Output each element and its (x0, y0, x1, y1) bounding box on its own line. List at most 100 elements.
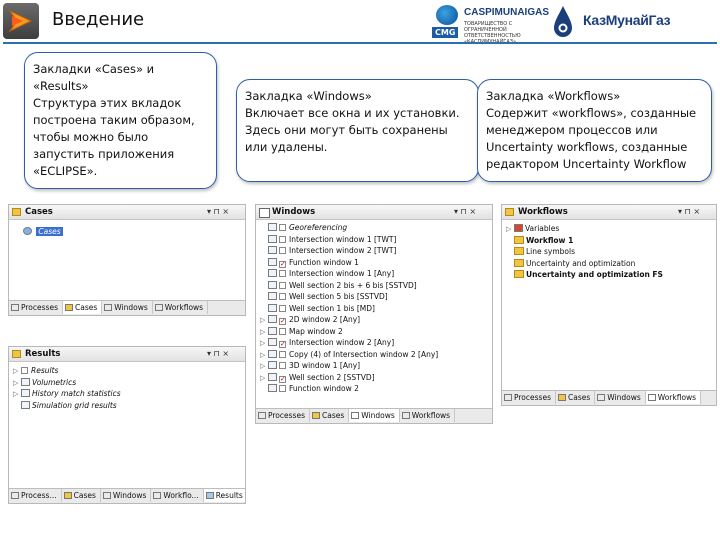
panel-controls[interactable]: ▾ ⊓ × (207, 205, 229, 219)
tab-workflows[interactable]: Workflows (400, 409, 456, 422)
window-item[interactable]: Well section 2 bis + 6 bis [SSTVD] (256, 280, 492, 292)
workflows-icon (647, 394, 656, 401)
results-folder-icon (12, 350, 21, 358)
window-item[interactable]: Well section 1 bis [MD] (256, 303, 492, 315)
window-item[interactable]: ▷ ✓ Well section 2 [SSTVD] (256, 372, 492, 384)
workflows-folder-icon (505, 208, 514, 216)
window-item[interactable]: ▷ Copy (4) of Intersection window 2 [Any] (256, 349, 492, 361)
workflows-icon (154, 304, 163, 311)
tab-workflows[interactable]: Workflows (153, 301, 209, 314)
window-item[interactable]: ▷ 3D window 1 [Any] (256, 360, 492, 372)
checkbox[interactable] (279, 224, 286, 231)
tab-workflows[interactable]: Workflo... (151, 489, 204, 502)
window-label: 3D window 1 [Any] (289, 361, 361, 370)
tree-item[interactable]: Uncertainty and optimization (502, 258, 716, 270)
window-item[interactable]: ▷ Map window 2 (256, 326, 492, 338)
tab-label: Windows (607, 393, 641, 402)
tab-results[interactable]: Results (203, 489, 245, 502)
tree-item[interactable]: Cases (9, 226, 245, 238)
window-item[interactable]: ▷ ✓ Intersection window 2 [Any] (256, 337, 492, 349)
header-divider (3, 42, 717, 44)
workflows-icon (401, 412, 410, 419)
callout-text: Содержит «workflows», созданные менеджер… (486, 106, 697, 171)
tab-cases[interactable]: Cases (310, 409, 350, 422)
tab-windows[interactable]: Windows (101, 489, 152, 502)
tab-label: Cases (321, 411, 345, 420)
window-item[interactable]: Well section 5 bis [SSTVD] (256, 291, 492, 303)
checkbox[interactable] (21, 367, 28, 374)
cases-icon (63, 492, 72, 499)
tab-windows[interactable]: Windows (595, 391, 646, 404)
tab-label: Workflo... (163, 491, 199, 500)
window-item[interactable]: ✓ Function window 1 (256, 257, 492, 269)
tab-label: Processes (514, 393, 551, 402)
window-item[interactable]: Intersection window 1 [TWT] (256, 234, 492, 246)
windows-icon (597, 394, 606, 401)
window-item[interactable]: ▷ ✓ 2D window 2 [Any] (256, 314, 492, 326)
window-label: Function window 2 (289, 384, 359, 393)
checkbox[interactable]: ✓ (279, 375, 286, 383)
volumetrics-icon (21, 377, 30, 386)
panel-controls[interactable]: ▾ ⊓ × (454, 205, 476, 219)
caspimunaigas-logo: CMG CASPIMUNAIGAS ТОВАРИЩЕСТВО С ОГРАНИЧ… (430, 3, 549, 45)
tab-processes[interactable]: Processes (256, 409, 310, 422)
cases-panel-title: Cases (25, 207, 53, 217)
tab-label: Processes (268, 411, 305, 420)
window-icon (268, 361, 277, 369)
cases-tab-bar: Processes Cases Windows Workflows (9, 300, 245, 315)
window-icon (268, 269, 277, 277)
checkbox[interactable] (279, 350, 286, 358)
tab-label: Process... (21, 491, 57, 500)
tab-windows[interactable]: Windows (349, 409, 400, 422)
workflow-folder-icon (514, 258, 524, 267)
tab-cases[interactable]: Cases (62, 489, 101, 502)
results-panel-title: Results (25, 349, 61, 359)
window-item[interactable]: Georeferencing (256, 222, 492, 234)
checkbox[interactable] (279, 235, 286, 243)
tree-item[interactable]: Workflow 1 (502, 235, 716, 247)
tab-processes[interactable]: Processes (9, 301, 63, 314)
results-panel-titlebar: Results ▾ ⊓ × (9, 347, 245, 362)
tree-item[interactable]: Uncertainty and optimization FS (502, 269, 716, 281)
tab-workflows[interactable]: Workflows (645, 391, 702, 404)
checkbox[interactable] (279, 247, 286, 254)
cases-icon (64, 304, 73, 311)
kazmunaigas-name: КазМунайГаз (583, 12, 671, 28)
panel-controls[interactable]: ▾ ⊓ × (678, 205, 700, 219)
window-icon (268, 234, 277, 243)
tab-processes[interactable]: Processes (502, 391, 556, 404)
workflows-panel-titlebar: Workflows ▾ ⊓ × (502, 205, 716, 220)
checkbox[interactable] (279, 362, 286, 369)
checkbox[interactable] (279, 293, 286, 300)
window-label: Georeferencing (289, 223, 348, 232)
tab-processes[interactable]: Process... (9, 489, 62, 502)
callout-heading: Закладка «Workflows» (486, 89, 621, 103)
checkbox[interactable] (279, 281, 286, 289)
tab-cases[interactable]: Cases (556, 391, 596, 404)
checkbox[interactable] (279, 327, 286, 335)
tree-item[interactable]: ▷ History match statistics (9, 388, 245, 400)
checkbox[interactable] (279, 304, 286, 312)
window-icon (268, 326, 277, 335)
cases-selected-item[interactable]: Cases (36, 227, 63, 236)
checkbox[interactable]: ✓ (279, 318, 286, 325)
checkbox[interactable] (279, 385, 286, 392)
tab-windows[interactable]: Windows (102, 301, 153, 314)
workflows-panel-title: Workflows (518, 207, 568, 217)
tree-item[interactable]: Line symbols (502, 246, 716, 258)
window-label: Map window 2 (289, 326, 343, 336)
tab-label: Workflows (657, 393, 697, 402)
checkbox[interactable] (279, 270, 286, 277)
window-item[interactable]: Intersection window 2 [TWT] (256, 245, 492, 257)
workflow-folder-icon (514, 270, 524, 278)
tree-item[interactable]: ▷ Variables (502, 223, 716, 235)
tree-item[interactable]: ▷ Results (9, 365, 245, 377)
window-item[interactable]: Intersection window 1 [Any] (256, 268, 492, 280)
checkbox[interactable]: ✓ (279, 260, 286, 268)
tree-item[interactable]: Simulation grid results (9, 400, 245, 412)
tree-item[interactable]: ▷ Volumetrics (9, 377, 245, 389)
tab-cases[interactable]: Cases (62, 301, 103, 314)
panel-controls[interactable]: ▾ ⊓ × (207, 347, 229, 361)
window-item[interactable]: Function window 2 (256, 383, 492, 395)
checkbox[interactable]: ✓ (279, 341, 286, 348)
